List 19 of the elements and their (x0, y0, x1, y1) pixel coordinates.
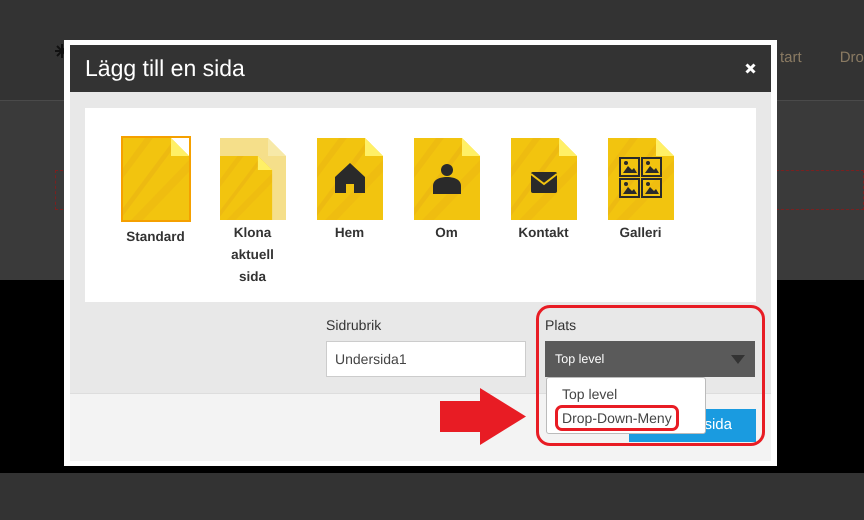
close-icon[interactable] (745, 63, 756, 74)
page-title-field[interactable]: Undersida1 (326, 341, 526, 377)
template-label: Klona aktuell sida (230, 224, 275, 286)
dropdown-option[interactable]: Top level (562, 384, 618, 404)
template-label: Hem (334, 224, 366, 242)
template-label: Standard (125, 228, 186, 246)
template-label: Galleri (618, 224, 663, 242)
dialog-title: Lägg till en sida (85, 54, 245, 84)
template-label: Om (434, 224, 459, 242)
dropdown-caret-icon (731, 354, 745, 364)
field-label: Plats (545, 316, 578, 335)
page-images-icon[interactable] (608, 138, 674, 220)
location-select[interactable]: Top level (545, 341, 755, 377)
page-person-icon[interactable] (414, 138, 480, 220)
page-envelope-icon[interactable] (510, 138, 576, 220)
dropdown-option[interactable]: Drop-Down-Meny (555, 405, 679, 431)
field-label: Sidrubrik (326, 316, 382, 335)
template-label: Kontakt (517, 224, 570, 242)
page-house-icon[interactable] (316, 138, 382, 220)
